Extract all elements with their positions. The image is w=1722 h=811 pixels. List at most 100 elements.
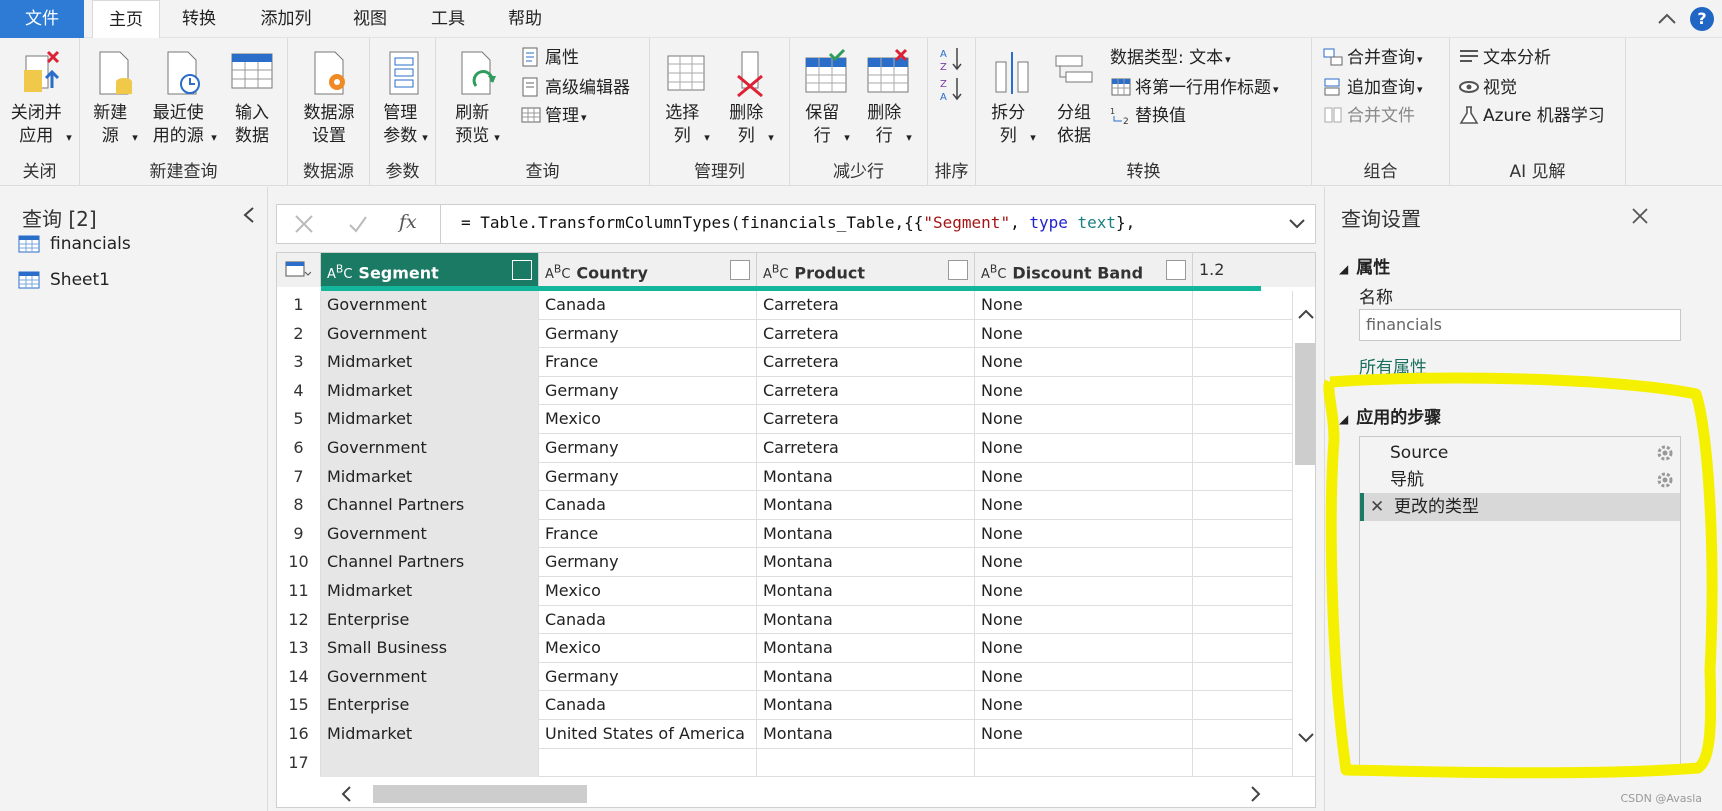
row-number[interactable]: 15 <box>277 691 321 720</box>
segment-cell[interactable]: Midmarket <box>321 577 539 606</box>
append-queries-button[interactable]: 追加查询 ▾ <box>1322 76 1423 102</box>
row-number[interactable]: 4 <box>277 376 321 406</box>
next-column-cell[interactable] <box>1193 548 1293 577</box>
product-cell[interactable]: Carretera <box>757 291 975 320</box>
country-cell[interactable]: France <box>539 519 757 549</box>
row-number[interactable]: 7 <box>277 462 321 492</box>
remove-columns-button[interactable]: 删除列 ▾ <box>724 48 776 149</box>
query-name-input[interactable]: financials <box>1359 309 1681 341</box>
table-row[interactable]: 14 Government Germany Montana None <box>277 662 1315 692</box>
row-number[interactable]: 3 <box>277 348 321 377</box>
country-cell[interactable]: Germany <box>539 548 757 577</box>
next-column-cell[interactable] <box>1193 720 1293 749</box>
check-icon[interactable] <box>347 213 369 235</box>
country-cell[interactable]: Germany <box>539 462 757 492</box>
row-number[interactable]: 11 <box>277 577 321 606</box>
merge-queries-button[interactable]: 合并查询 ▾ <box>1322 46 1423 72</box>
discount-band-cell[interactable]: None <box>975 519 1193 549</box>
discount-band-cell[interactable]: None <box>975 720 1193 749</box>
gear-icon[interactable] <box>1656 471 1674 489</box>
discount-band-cell[interactable]: None <box>975 376 1193 406</box>
choose-columns-button[interactable]: 选择列 ▾ <box>662 48 710 149</box>
table-row[interactable]: 16 Midmarket United States of America Monta… <box>277 720 1315 749</box>
segment-cell[interactable]: Government <box>321 519 539 549</box>
table-row[interactable]: 10 Channel Partners Germany Montana None <box>277 548 1315 577</box>
query-item-financials[interactable]: financials <box>18 231 131 257</box>
product-cell[interactable]: Montana <box>757 519 975 549</box>
row-number[interactable]: 13 <box>277 634 321 663</box>
country-cell[interactable]: Germany <box>539 434 757 463</box>
row-number[interactable]: 10 <box>277 548 321 577</box>
query-item-sheet1[interactable]: Sheet1 <box>18 267 110 293</box>
split-column-button[interactable]: 拆分列 ▾ <box>986 48 1038 149</box>
all-properties-link[interactable]: 所有属性 <box>1359 353 1427 378</box>
filter-dropdown-icon[interactable] <box>730 260 750 280</box>
table-row[interactable]: 8 Channel Partners Canada Montana None <box>277 491 1315 520</box>
table-row[interactable]: 5 Midmarket Mexico Carretera None <box>277 405 1315 434</box>
table-row[interactable]: 17 <box>277 748 1315 778</box>
tab-transform[interactable]: 转换 <box>168 0 230 38</box>
close-apply-button[interactable]: 关闭并应用 ▾ <box>6 48 74 149</box>
next-column-cell[interactable] <box>1193 748 1293 778</box>
close-icon[interactable] <box>1629 205 1651 227</box>
table-row[interactable]: 13 Small Business Mexico Montana None <box>277 634 1315 663</box>
table-row[interactable]: 4 Midmarket Germany Carretera None <box>277 376 1315 406</box>
product-cell[interactable]: Montana <box>757 577 975 606</box>
product-cell[interactable]: Montana <box>757 491 975 520</box>
product-cell[interactable]: Montana <box>757 462 975 492</box>
manage-parameters-button[interactable]: 管理参数 ▾ <box>376 48 432 149</box>
recent-sources-button[interactable]: 最近使用的源 ▾ <box>146 48 218 149</box>
segment-cell[interactable]: Small Business <box>321 634 539 663</box>
next-column-cell[interactable] <box>1193 662 1293 692</box>
horizontal-scroll-thumb[interactable] <box>373 785 587 803</box>
data-type-dropdown[interactable]: 数据类型: 文本 ▾ <box>1110 46 1231 72</box>
enter-data-button[interactable]: 输入数据 <box>226 48 278 148</box>
collapse-pane-icon[interactable] <box>240 205 258 225</box>
product-cell[interactable]: Carretera <box>757 434 975 463</box>
discount-band-cell[interactable]: None <box>975 491 1193 520</box>
table-menu-button[interactable] <box>277 253 321 287</box>
discount-band-cell[interactable]: None <box>975 548 1193 577</box>
vision-button[interactable]: 视觉 <box>1458 76 1517 100</box>
discount-band-cell[interactable]: None <box>975 319 1193 349</box>
next-column-cell[interactable] <box>1193 348 1293 377</box>
row-number[interactable]: 5 <box>277 405 321 434</box>
advanced-editor-button[interactable]: 高级编辑器 <box>520 76 630 100</box>
table-row[interactable]: 2 Government Germany Carretera None <box>277 319 1315 349</box>
table-row[interactable]: 15 Enterprise Canada Montana None <box>277 691 1315 720</box>
azure-ml-button[interactable]: Azure 机器学习 <box>1458 104 1605 128</box>
segment-cell[interactable]: Government <box>321 291 539 320</box>
product-cell[interactable]: Montana <box>757 720 975 749</box>
country-cell[interactable]: Mexico <box>539 405 757 434</box>
country-cell[interactable]: Mexico <box>539 634 757 663</box>
segment-cell[interactable]: Midmarket <box>321 376 539 406</box>
product-cell[interactable]: Montana <box>757 634 975 663</box>
column-header-segment[interactable]: ABC Segment <box>321 253 539 287</box>
table-row[interactable]: 7 Midmarket Germany Montana None <box>277 462 1315 492</box>
table-row[interactable]: 1 Government Canada Carretera None <box>277 291 1315 320</box>
tab-view[interactable]: 视图 <box>340 0 400 38</box>
country-cell[interactable]: Germany <box>539 662 757 692</box>
fx-icon[interactable]: fx <box>399 211 417 233</box>
remove-rows-button[interactable]: 删除行 ▾ <box>862 48 914 149</box>
product-cell[interactable]: Montana <box>757 662 975 692</box>
step-source[interactable]: Source <box>1360 439 1680 467</box>
properties-section[interactable]: ◢ 属性 <box>1339 253 1390 278</box>
discount-band-cell[interactable]: None <box>975 434 1193 463</box>
use-first-row-headers-button[interactable]: 将第一行用作标题 ▾ <box>1110 76 1279 102</box>
table-row[interactable]: 3 Midmarket France Carretera None <box>277 348 1315 377</box>
discount-band-cell[interactable]: None <box>975 291 1193 320</box>
next-column-cell[interactable] <box>1193 691 1293 720</box>
next-column-cell[interactable] <box>1193 634 1293 663</box>
product-cell[interactable]: Montana <box>757 548 975 577</box>
country-cell[interactable] <box>539 748 757 778</box>
collapse-ribbon-icon[interactable] <box>1656 8 1678 30</box>
properties-button[interactable]: 属性 <box>520 46 579 70</box>
filter-dropdown-icon[interactable] <box>1166 260 1186 280</box>
discount-band-cell[interactable] <box>975 748 1193 778</box>
data-source-settings-button[interactable]: 数据源设置 <box>296 48 362 148</box>
product-cell[interactable]: Carretera <box>757 319 975 349</box>
next-column-cell[interactable] <box>1193 319 1293 349</box>
discount-band-cell[interactable]: None <box>975 348 1193 377</box>
scroll-down-icon[interactable] <box>1297 731 1315 745</box>
